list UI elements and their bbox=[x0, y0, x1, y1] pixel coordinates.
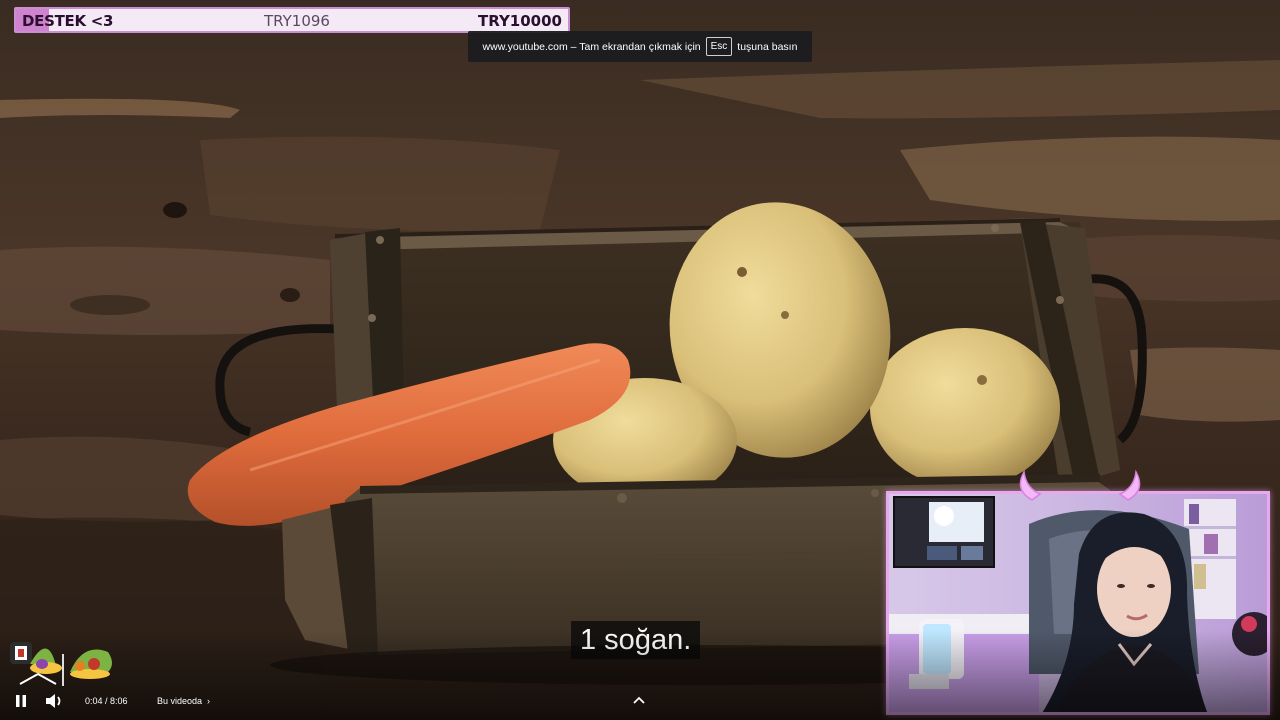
chevron-right-icon: › bbox=[207, 696, 211, 706]
donation-goal-current: TRY1096 bbox=[264, 12, 330, 30]
chevron-up-icon[interactable] bbox=[632, 694, 646, 706]
pause-icon[interactable] bbox=[13, 693, 29, 709]
esc-key-badge: Esc bbox=[705, 37, 733, 56]
player-controls-gradient bbox=[0, 630, 1280, 720]
volume-icon[interactable] bbox=[44, 692, 66, 710]
webcam-horns-decoration bbox=[1019, 469, 1141, 501]
fullscreen-exit-notice: www.youtube.com – Tam ekrandan çıkmak iç… bbox=[468, 31, 812, 62]
fullscreen-notice-text-end: tuşuna basın bbox=[737, 40, 798, 53]
donation-goal-bar: DESTEK <3 TRY1096 TRY10000 bbox=[14, 7, 570, 33]
fullscreen-notice-text: www.youtube.com – Tam ekrandan çıkmak iç… bbox=[482, 40, 701, 53]
donation-goal-target: TRY10000 bbox=[477, 12, 562, 30]
donation-goal-title: DESTEK <3 bbox=[22, 12, 114, 30]
in-this-video-label: Bu videoda bbox=[157, 696, 203, 706]
in-this-video-button[interactable]: Bu videoda › bbox=[157, 696, 210, 706]
channel-branding-icon[interactable] bbox=[8, 634, 116, 692]
time-display: 0:04 / 8:06 bbox=[85, 696, 128, 706]
video-player[interactable]: DESTEK <3 TRY1096 TRY10000 www.youtube.c… bbox=[0, 0, 1280, 720]
